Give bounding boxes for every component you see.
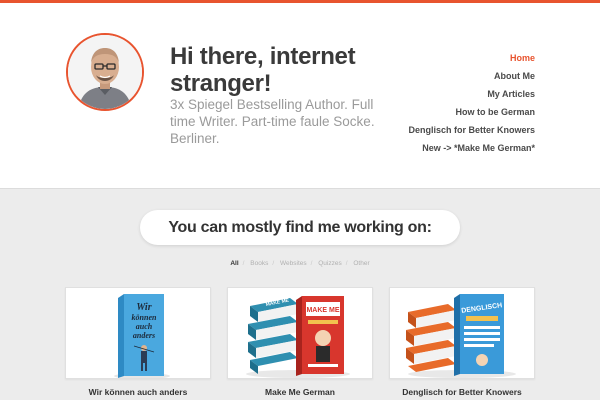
- nav-item-make-me-german[interactable]: New -> *Make Me German*: [365, 139, 535, 157]
- nav-item-my-articles[interactable]: My Articles: [365, 85, 535, 103]
- portfolio-card-make-me-german[interactable]: MAKE ME MAKE ME: [227, 287, 373, 379]
- portfolio-title[interactable]: Denglisch for Better Knowers: [389, 387, 535, 397]
- filter-separator: /: [272, 260, 275, 267]
- filter-separator: /: [345, 260, 348, 267]
- filter-other[interactable]: Other: [353, 260, 369, 267]
- site-header: Hi there, internet stranger! 3x Spiegel …: [0, 3, 600, 189]
- book-stack-image: DENGLISCH: [390, 288, 534, 378]
- filter-separator: /: [242, 260, 245, 267]
- nav-item-denglisch[interactable]: Denglisch for Better Knowers: [365, 121, 535, 139]
- section-heading: You can mostly find me working on:: [140, 210, 460, 245]
- filter-books[interactable]: Books: [250, 260, 268, 267]
- filter-websites[interactable]: Websites: [280, 260, 307, 267]
- portfolio-title[interactable]: Wir können auch anders: [65, 387, 211, 397]
- nav-item-how-to-be-german[interactable]: How to be German: [365, 103, 535, 121]
- filter-quizzes[interactable]: Quizzes: [318, 260, 341, 267]
- book-cover-image: Wir können auch anders: [66, 288, 210, 378]
- cover-text: anders: [133, 331, 155, 340]
- cover-text: MAKE ME: [306, 307, 339, 314]
- cover-text: können: [132, 313, 157, 322]
- nav-item-about-me[interactable]: About Me: [365, 67, 535, 85]
- filter-all[interactable]: All: [230, 260, 238, 267]
- avatar[interactable]: [66, 33, 144, 111]
- site-title: Hi there, internet stranger!: [170, 43, 356, 97]
- portfolio-card-denglisch[interactable]: DENGLISCH: [389, 287, 535, 379]
- cover-text: auch: [136, 322, 153, 331]
- filter-separator: /: [310, 260, 313, 267]
- portfolio-filters: All / Books / Websites / Quizzes / Other: [0, 260, 600, 267]
- portfolio-title[interactable]: Make Me German: [227, 387, 373, 397]
- nav-item-home[interactable]: Home: [365, 49, 535, 67]
- author-portrait-icon: [68, 35, 142, 109]
- main-nav: Home About Me My Articles How to be Germ…: [365, 49, 535, 157]
- portfolio-card-wir-koennen[interactable]: Wir können auch anders: [65, 287, 211, 379]
- book-stack-image: MAKE ME MAKE ME: [228, 288, 372, 378]
- cover-text: Wir: [136, 302, 151, 313]
- site-tagline: 3x Spiegel Bestselling Author. Full time…: [170, 97, 375, 146]
